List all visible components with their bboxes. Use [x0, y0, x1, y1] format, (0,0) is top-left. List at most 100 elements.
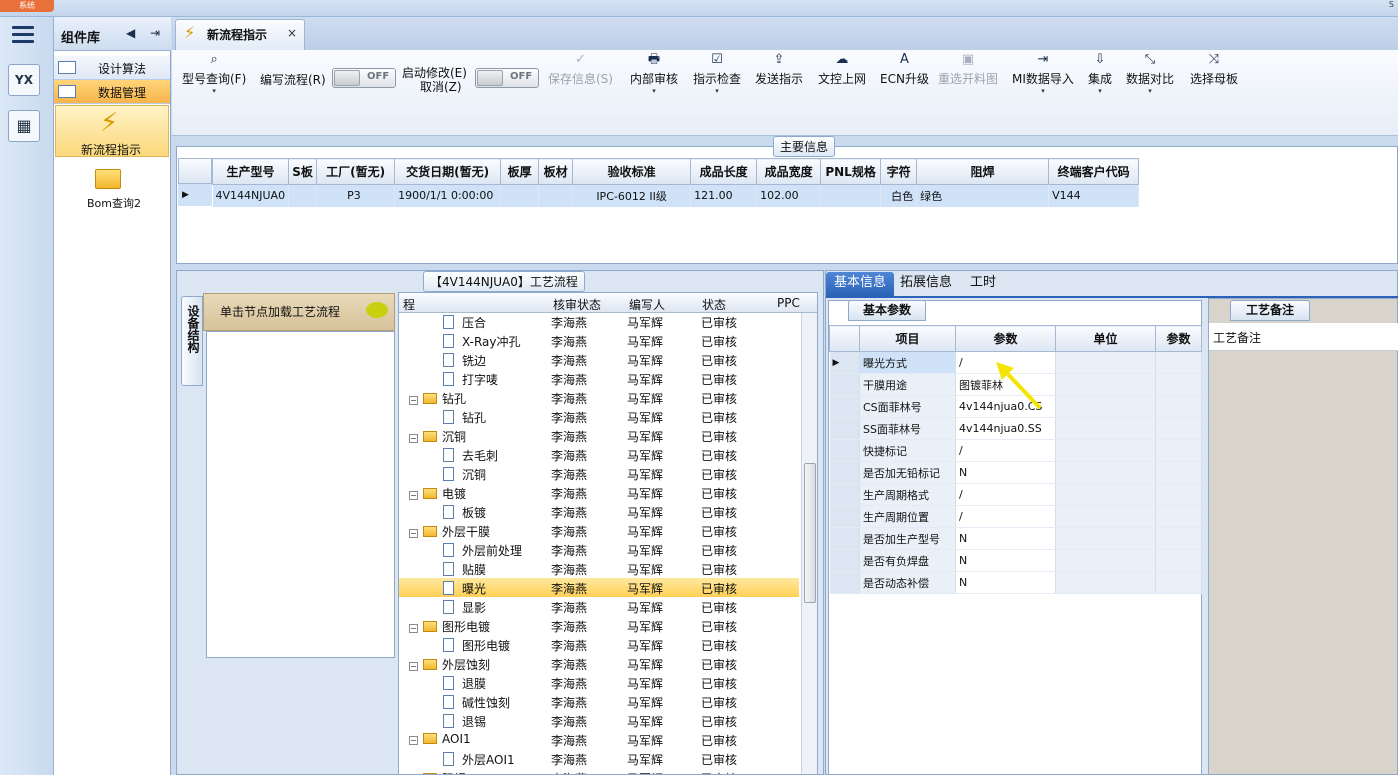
param-value[interactable]: N	[955, 549, 1056, 572]
collapse-left-icon[interactable]: ◀	[126, 26, 135, 40]
column-header[interactable]: 程	[403, 296, 415, 313]
tree-node[interactable]: −阻焊 李海燕 马军辉 已审核	[399, 768, 799, 774]
tree-node[interactable]: 显影 李海燕 马军辉 已审核	[399, 597, 799, 616]
tree-node[interactable]: − AOI1 李海燕 马军辉 已审核	[399, 730, 799, 749]
tree-node[interactable]: 打字唛 李海燕 马军辉 已审核	[399, 369, 799, 388]
column-header[interactable]: 验收标准	[572, 158, 692, 185]
close-icon[interactable]: ×	[287, 26, 297, 40]
column-header[interactable]: 生产型号	[211, 158, 290, 185]
collapse-icon[interactable]: −	[409, 662, 418, 671]
tree-node[interactable]: 图形电镀 李海燕 马军辉 已审核	[399, 635, 799, 654]
column-header[interactable]: PNL规格	[820, 158, 882, 185]
column-header[interactable]: 参数	[1155, 325, 1202, 352]
new-flow-button[interactable]: ⚡ 新流程指示	[55, 105, 169, 157]
collapse-icon[interactable]: −	[409, 624, 418, 633]
tree-node[interactable]: − 沉铜 李海燕 马军辉 已审核	[399, 426, 799, 445]
table-row[interactable]: SS面菲林号 4v144njua0.SS	[829, 417, 1202, 440]
column-header[interactable]: S板	[288, 158, 318, 185]
param-value[interactable]: /	[955, 505, 1056, 528]
column-header[interactable]: 阻焊	[916, 158, 1050, 185]
tab-extended-info[interactable]: 拓展信息	[896, 272, 956, 296]
column-header[interactable]: PPC	[777, 296, 800, 310]
column-header[interactable]: 交货日期(暂无)	[394, 158, 502, 185]
column-header[interactable]: 参数	[955, 325, 1056, 352]
table-row[interactable]: 是否有负焊盘 N	[829, 549, 1202, 572]
column-header[interactable]: 字符	[880, 158, 918, 185]
collapse-icon[interactable]: −	[409, 736, 418, 745]
tab-new-flow[interactable]: ⚡ 新流程指示 ×	[175, 19, 305, 50]
publish-online-button[interactable]: ☁ 文控上网	[818, 52, 866, 104]
column-header[interactable]: 项目	[859, 325, 956, 352]
lib-item-data-management[interactable]: 数据管理	[54, 80, 170, 104]
tree-node[interactable]: 碱性蚀刻 李海燕 马军辉 已审核	[399, 692, 799, 711]
tree-node[interactable]: − 图形电镀 李海燕 马军辉 已审核	[399, 616, 799, 635]
param-value[interactable]: N	[955, 461, 1056, 484]
calculator-icon[interactable]: ▦	[8, 110, 40, 142]
internal-review-button[interactable]: 🖶 内部审核 ▾	[630, 52, 678, 104]
collapse-icon[interactable]: −	[409, 529, 418, 538]
equipment-structure-tab[interactable]: 设备结构	[181, 296, 203, 386]
tree-node[interactable]: 曝光 李海燕 马军辉 已审核	[399, 578, 799, 597]
integrate-button[interactable]: ⇩ 集成 ▾	[1088, 52, 1112, 104]
reselect-cutting-button[interactable]: ▣ 重选开料图	[938, 52, 998, 104]
instruction-check-button[interactable]: ☑ 指示检查 ▾	[693, 52, 741, 104]
param-value[interactable]: N	[955, 571, 1056, 594]
tree-node[interactable]: 外层AOI1 李海燕 马军辉 已审核	[399, 749, 799, 768]
collapse-icon[interactable]: −	[409, 434, 418, 443]
ecn-upgrade-button[interactable]: A ECN升级	[880, 52, 929, 104]
mi-data-import-button[interactable]: ⇥ MI数据导入 ▾	[1012, 52, 1074, 104]
tree-node[interactable]: X-Ray冲孔 李海燕 马军辉 已审核	[399, 331, 799, 350]
tree-scrollbar[interactable]	[801, 313, 817, 774]
column-header[interactable]: 终端客户代码	[1048, 158, 1140, 185]
select-mother-board-button[interactable]: ⤨ 选择母板	[1190, 52, 1238, 104]
column-header[interactable]: 成品长度	[690, 158, 758, 185]
tree-node[interactable]: 钻孔 李海燕 马军辉 已审核	[399, 407, 799, 426]
column-header[interactable]: 工厂(暂无)	[316, 158, 396, 185]
column-header[interactable]: 单位	[1055, 325, 1156, 352]
table-row[interactable]: 是否加无铅标记 N	[829, 461, 1202, 484]
column-header[interactable]: 成品宽度	[756, 158, 822, 185]
tree-node[interactable]: − 外层蚀刻 李海燕 马军辉 已审核	[399, 654, 799, 673]
param-value[interactable]: /	[955, 439, 1056, 462]
column-header[interactable]: 核审状态	[553, 296, 601, 313]
save-info-button[interactable]: ✓ 保存信息(S)	[548, 52, 613, 104]
table-row[interactable]: 是否加生产型号 N	[829, 527, 1202, 550]
tree-node[interactable]: − 电镀 李海燕 马军辉 已审核	[399, 483, 799, 502]
table-row[interactable]: 4V144NJUA0 P3 1900/1/1 0:00:00 IPC-6012 …	[212, 184, 1140, 207]
table-row[interactable]: 是否动态补偿 N	[829, 571, 1202, 594]
write-flow-toggle[interactable]: OFF	[332, 68, 396, 88]
tree-node[interactable]: 板镀 李海燕 马军辉 已审核	[399, 502, 799, 521]
scroll-thumb[interactable]	[804, 463, 816, 603]
column-header[interactable]: 编写人	[629, 296, 665, 313]
app-tab[interactable]: 系统	[0, 0, 54, 12]
tree-node[interactable]: 贴膜 李海燕 马军辉 已审核	[399, 559, 799, 578]
menu-icon[interactable]	[12, 26, 34, 44]
column-header[interactable]: 板厚	[500, 158, 540, 185]
tree-node[interactable]: − 外层干膜 李海燕 马军辉 已审核	[399, 521, 799, 540]
param-value[interactable]: 4v144njua0.SS	[955, 417, 1056, 440]
collapse-icon[interactable]: −	[409, 396, 418, 405]
data-compare-button[interactable]: ⤡ 数据对比 ▾	[1126, 52, 1174, 104]
yx-app-icon[interactable]: YX	[8, 64, 40, 96]
column-header[interactable]: 板材	[538, 158, 574, 185]
tree-node[interactable]: 去毛刺 李海燕 马军辉 已审核	[399, 445, 799, 464]
bom-query-button[interactable]: Bom查询2	[55, 165, 169, 211]
tab-basic-info[interactable]: 基本信息	[826, 272, 894, 296]
lib-item-design-algorithm[interactable]: 设计算法	[54, 56, 170, 80]
table-row[interactable]: 生产周期格式 /	[829, 483, 1202, 506]
param-value[interactable]: N	[955, 527, 1056, 550]
tree-node[interactable]: 外层前处理 李海燕 马军辉 已审核	[399, 540, 799, 559]
tree-node[interactable]: 铣边 李海燕 马军辉 已审核	[399, 350, 799, 369]
tab-work-hours[interactable]: 工时	[960, 272, 1006, 296]
pin-icon[interactable]: ⇥	[150, 26, 160, 40]
collapse-icon[interactable]: −	[409, 491, 418, 500]
start-modify-toggle[interactable]: OFF	[475, 68, 539, 88]
send-instruction-button[interactable]: ⇪ 发送指示	[755, 52, 803, 104]
tree-node[interactable]: 沉铜 李海燕 马军辉 已审核	[399, 464, 799, 483]
tree-node[interactable]: 退膜 李海燕 马军辉 已审核	[399, 673, 799, 692]
model-query-button[interactable]: ⌕ 型号查询(F) ▾	[182, 52, 246, 104]
column-header[interactable]: 状态	[702, 296, 726, 313]
tree-node[interactable]: 压合 李海燕 马军辉 已审核	[399, 312, 799, 331]
tree-node[interactable]: 退锡 李海燕 马军辉 已审核	[399, 711, 799, 730]
param-value[interactable]: /	[955, 483, 1056, 506]
